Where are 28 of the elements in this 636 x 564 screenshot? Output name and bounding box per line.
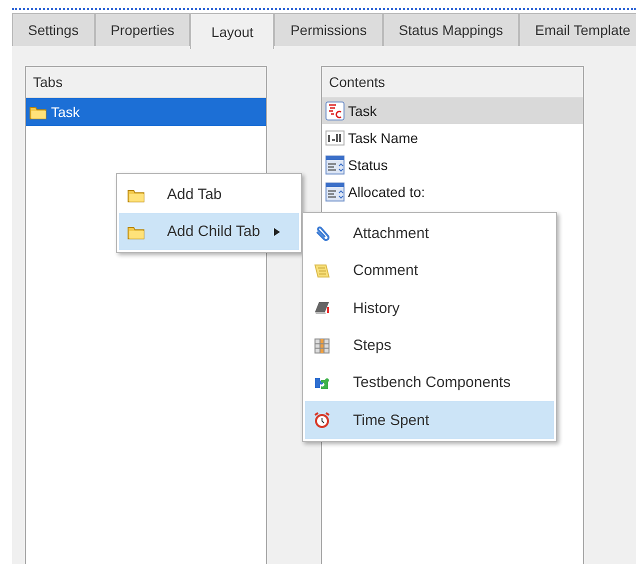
list-item[interactable]: Status (322, 152, 583, 178)
panel-header: Tabs (26, 67, 266, 98)
tab[interactable]: Permissions (274, 13, 383, 46)
tab[interactable]: Layout (190, 13, 274, 49)
grid-icon (313, 336, 331, 355)
menu-item[interactable]: Attachment (305, 215, 554, 252)
menu-item[interactable]: Comment (305, 252, 554, 290)
menu-item[interactable]: Testbench Components (305, 364, 554, 402)
menu-item[interactable]: Add Tab (119, 176, 299, 213)
menu-item[interactable]: History (305, 290, 554, 327)
tab[interactable]: Email Template (519, 13, 636, 46)
list-item[interactable]: Task (322, 98, 583, 124)
text-field-icon (325, 128, 345, 148)
panel-header: Contents (322, 67, 583, 98)
note-icon (313, 262, 331, 280)
menu-item[interactable]: Add Child Tab (119, 213, 299, 250)
list-field-icon (325, 155, 345, 175)
menu-item[interactable]: Time Spent (305, 401, 554, 439)
list-item[interactable]: Allocated to: (322, 179, 583, 205)
list-item[interactable]: Task Name (322, 125, 583, 151)
flow-icon (325, 101, 345, 121)
alarm-clock-icon (313, 411, 331, 430)
tab[interactable]: Settings (12, 13, 95, 46)
tab[interactable]: Properties (94, 13, 190, 46)
tab[interactable]: Status Mappings (382, 13, 519, 46)
tree-item[interactable]: Task (26, 98, 266, 126)
list-field-icon (325, 182, 345, 202)
menu-item[interactable]: Steps (305, 326, 554, 364)
